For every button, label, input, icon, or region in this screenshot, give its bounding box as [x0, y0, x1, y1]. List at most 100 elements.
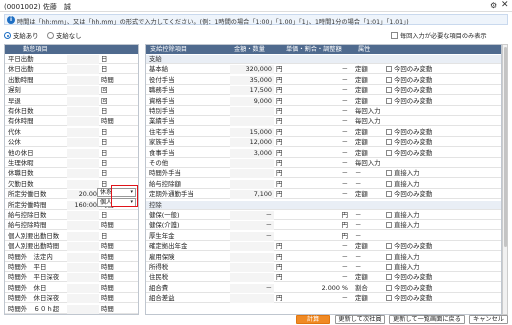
pay-option[interactable]: 今回のみ変動: [386, 242, 496, 251]
attendance-value-input[interactable]: [67, 294, 99, 304]
gear-icon[interactable]: ⚙: [490, 1, 499, 10]
checkbox-box[interactable]: [391, 32, 398, 39]
pay-option-checkbox[interactable]: [386, 87, 392, 94]
attendance-value-input[interactable]: [67, 96, 99, 106]
pay-amount-input[interactable]: 15,000: [230, 127, 274, 137]
attendance-value-input[interactable]: [67, 127, 99, 137]
pay-option-checkbox[interactable]: [386, 295, 392, 302]
pay-option[interactable]: 直接入力: [386, 211, 496, 220]
attendance-value-input[interactable]: [67, 231, 99, 241]
attendance-unit: 回: [101, 96, 108, 105]
pay-amount-input[interactable]: －: [230, 231, 274, 241]
pay-option-checkbox[interactable]: [386, 212, 392, 218]
pay-option-checkbox[interactable]: [386, 274, 392, 281]
pay-amount-input[interactable]: [230, 273, 274, 283]
pay-option[interactable]: 今回のみ変動: [386, 149, 496, 158]
pay-amount-input[interactable]: －: [230, 283, 274, 293]
attendance-value-input[interactable]: [67, 86, 99, 96]
pay-amount-input[interactable]: [230, 294, 274, 304]
radio-dot-checked[interactable]: [4, 32, 11, 39]
scrollbar-thumb[interactable]: [504, 47, 507, 247]
attendance-value-input[interactable]: [67, 65, 99, 75]
attendance-value-input[interactable]: [67, 55, 99, 64]
pay-amount-input[interactable]: 7,100: [230, 190, 274, 200]
attendance-value-input[interactable]: [67, 169, 99, 179]
attendance-value-input[interactable]: [67, 242, 99, 252]
pay-amount-input[interactable]: [230, 169, 274, 179]
pay-amount-input[interactable]: 9,000: [230, 96, 274, 106]
pay-option-checkbox[interactable]: [386, 139, 392, 146]
attendance-value-input[interactable]: [67, 283, 99, 293]
pay-option[interactable]: 今回のみ変動: [386, 273, 496, 282]
pay-option[interactable]: 直接入力: [386, 169, 496, 178]
attendance-row: 時間外 平日 時間: [5, 263, 138, 272]
cancel-button[interactable]: キャンセル: [469, 315, 508, 324]
pay-option[interactable]: 今回のみ変動: [386, 294, 496, 303]
attendance-value-input[interactable]: 20.00: [67, 190, 99, 200]
pay-option[interactable]: 今回のみ変動: [386, 284, 496, 293]
pay-option-checkbox[interactable]: [386, 97, 392, 104]
pay-amount-input[interactable]: 320,000: [230, 65, 274, 75]
pay-option[interactable]: 直接入力: [386, 253, 496, 262]
required-only-checkbox[interactable]: 毎回入力が必要な項目のみ表示: [391, 31, 487, 40]
attendance-name: 生理休暇: [8, 159, 34, 167]
attendance-value-input[interactable]: 160:00: [67, 200, 99, 210]
attendance-value-input[interactable]: [67, 211, 99, 220]
radio-payment-with[interactable]: 支給あり: [4, 31, 39, 40]
attendance-value-input[interactable]: [67, 304, 99, 314]
radio-dot[interactable]: [47, 32, 54, 39]
pay-amount-input[interactable]: 12,000: [230, 138, 274, 148]
pay-option[interactable]: 今回のみ変動: [386, 86, 496, 95]
pay-option[interactable]: 今回のみ変動: [386, 190, 496, 199]
scrollbar[interactable]: [502, 44, 508, 315]
pay-option-checkbox[interactable]: [386, 264, 392, 270]
pay-amount-input[interactable]: 35,000: [230, 75, 274, 85]
pay-option-checkbox[interactable]: [386, 191, 392, 198]
update-next-button[interactable]: 更新して次社員: [335, 315, 385, 324]
pay-amount-input[interactable]: [230, 252, 274, 262]
pay-option-checkbox[interactable]: [386, 149, 392, 156]
pay-option[interactable]: 直接入力: [386, 263, 496, 272]
pay-option-checkbox[interactable]: [386, 243, 392, 250]
attendance-value-input[interactable]: [67, 138, 99, 148]
pay-option[interactable]: 直接入力: [386, 180, 496, 189]
update-back-button[interactable]: 更新して一覧画面に戻る: [389, 315, 465, 324]
attendance-value-input[interactable]: [67, 75, 99, 85]
pay-amount-input[interactable]: [230, 117, 274, 127]
pay-option-checkbox[interactable]: [386, 66, 392, 73]
pay-option[interactable]: 今回のみ変動: [386, 65, 496, 74]
pay-option-checkbox[interactable]: [386, 128, 392, 135]
pay-option-checkbox[interactable]: [386, 284, 392, 291]
attendance-value-input[interactable]: [67, 263, 99, 272]
pay-option[interactable]: 今回のみ変動: [386, 138, 496, 147]
attendance-value-input[interactable]: [67, 159, 99, 168]
pay-option-checkbox[interactable]: [386, 253, 392, 260]
attendance-value-input[interactable]: [67, 117, 99, 127]
pay-amount-input[interactable]: －: [230, 211, 274, 220]
attendance-value-input[interactable]: [67, 221, 99, 231]
pay-amount-input[interactable]: [230, 242, 274, 252]
pay-amount-input[interactable]: [230, 159, 274, 168]
radio-payment-without[interactable]: 支給なし: [47, 31, 82, 40]
pay-amount-input[interactable]: 17,500: [230, 86, 274, 96]
close-icon[interactable]: ✕: [501, 1, 510, 10]
pay-amount-input[interactable]: [230, 107, 274, 116]
attendance-value-input[interactable]: [67, 179, 99, 189]
attendance-value-input[interactable]: [67, 273, 99, 283]
attendance-value-input[interactable]: [67, 107, 99, 116]
pay-amount-input[interactable]: －: [230, 221, 274, 231]
pay-option[interactable]: 直接入力: [386, 221, 496, 230]
pay-option[interactable]: 今回のみ変動: [386, 97, 496, 106]
pay-option-checkbox[interactable]: [386, 76, 392, 83]
pay-option[interactable]: 今回のみ変動: [386, 128, 496, 137]
pay-amount-input[interactable]: [230, 263, 274, 272]
pay-option-checkbox[interactable]: [386, 222, 392, 229]
pay-option[interactable]: 今回のみ変動: [386, 76, 496, 85]
pay-option-checkbox[interactable]: [386, 180, 392, 187]
calculate-button[interactable]: 計算: [296, 315, 330, 324]
pay-amount-input[interactable]: [230, 179, 274, 189]
attendance-value-input[interactable]: [67, 148, 99, 158]
attendance-value-input[interactable]: [67, 252, 99, 262]
pay-option-checkbox[interactable]: [386, 170, 392, 177]
pay-amount-input[interactable]: 3,000: [230, 148, 274, 158]
